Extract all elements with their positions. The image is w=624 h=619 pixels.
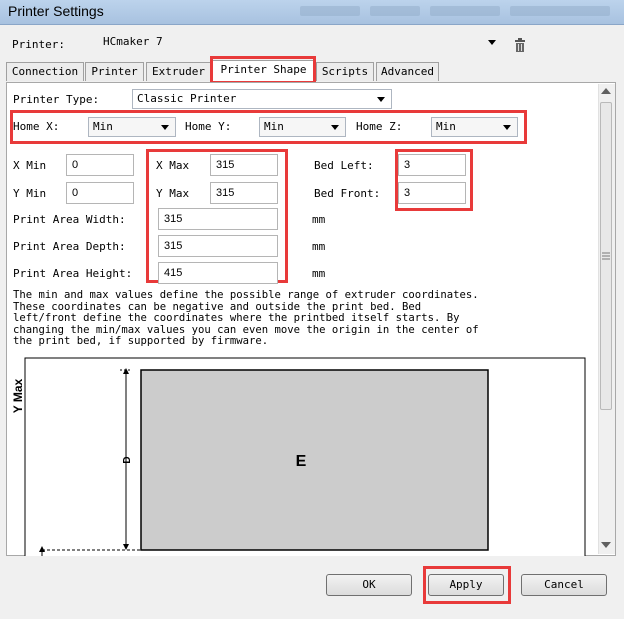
x-max-input[interactable]: 315 <box>210 154 278 176</box>
tab-printer[interactable]: Printer <box>85 62 144 81</box>
y-max-label: Y Max <box>156 187 190 200</box>
chevron-down-icon <box>503 125 511 130</box>
x-min-input[interactable]: 0 <box>66 154 134 176</box>
apply-highlight-box <box>423 566 511 604</box>
printer-select[interactable]: HCmaker 7 <box>98 32 503 52</box>
diagram-side-letter: D <box>122 456 133 463</box>
y-min-input[interactable]: 0 <box>66 182 134 204</box>
scroll-down-icon[interactable] <box>601 542 611 548</box>
scroll-grip-icon <box>602 252 610 260</box>
chevron-down-icon <box>331 125 339 130</box>
home-y-select[interactable]: Min <box>259 117 346 137</box>
home-y-label: Home Y: <box>185 120 232 133</box>
scroll-up-icon[interactable] <box>601 88 611 94</box>
width-unit: mm <box>312 213 326 226</box>
home-x-label: Home X: <box>13 120 60 133</box>
y-max-input[interactable]: 315 <box>210 182 278 204</box>
tab-extruder[interactable]: Extruder <box>146 62 211 81</box>
home-y-value: Min <box>264 120 284 133</box>
home-x-value: Min <box>93 120 113 133</box>
window-title: Printer Settings <box>8 3 104 19</box>
tab-highlight-box <box>210 56 316 84</box>
home-z-select[interactable]: Min <box>431 117 518 137</box>
x-min-label: X Min <box>13 159 47 172</box>
title-bar: Printer Settings <box>0 0 624 25</box>
y-max-axis-label: Y Max <box>11 378 25 413</box>
blurred-title-decoration <box>370 6 420 16</box>
print-bed-rect <box>140 369 489 551</box>
tab-advanced[interactable]: Advanced <box>376 62 439 81</box>
tab-scripts[interactable]: Scripts <box>316 62 374 81</box>
chevron-down-icon <box>377 97 385 102</box>
ok-button[interactable]: OK <box>326 574 412 596</box>
blurred-title-decoration <box>300 6 360 16</box>
coordinates-description: The min and max values define the possib… <box>13 289 479 348</box>
print-area-height-label: Print Area Height: <box>13 267 133 280</box>
x-max-label: X Max <box>156 159 190 172</box>
print-area-height-input[interactable]: 415 <box>158 262 278 284</box>
printer-select-value: HCmaker 7 <box>103 35 163 48</box>
print-area-width-input[interactable]: 315 <box>158 208 278 230</box>
tab-connection[interactable]: Connection <box>6 62 84 81</box>
y-min-label: Y Min <box>13 187 47 200</box>
home-x-select[interactable]: Min <box>88 117 176 137</box>
bed-front-input[interactable]: 3 <box>398 182 466 204</box>
home-z-value: Min <box>436 120 456 133</box>
print-area-depth-input[interactable]: 315 <box>158 235 278 257</box>
blurred-title-decoration <box>510 6 610 16</box>
print-area-width-label: Print Area Width: <box>13 213 126 226</box>
chevron-down-icon <box>161 125 169 130</box>
home-z-label: Home Z: <box>356 120 403 133</box>
bed-left-input[interactable]: 3 <box>398 154 466 176</box>
print-area-depth-label: Print Area Depth: <box>13 240 126 253</box>
printer-label: Printer: <box>12 38 65 51</box>
chevron-down-icon <box>488 40 496 45</box>
printer-shape-diagram: Y Max D E <box>11 357 586 556</box>
cancel-button[interactable]: Cancel <box>521 574 607 596</box>
diagram-bed-letter: E <box>296 453 307 470</box>
printer-type-label: Printer Type: <box>13 93 100 106</box>
bed-left-label: Bed Left: <box>314 159 374 172</box>
printer-type-value: Classic Printer <box>137 92 237 105</box>
blurred-title-decoration <box>430 6 500 16</box>
trash-icon[interactable] <box>514 38 526 52</box>
depth-unit: mm <box>312 240 326 253</box>
height-unit: mm <box>312 267 326 280</box>
bed-front-label: Bed Front: <box>314 187 381 200</box>
printer-type-select[interactable]: Classic Printer <box>132 89 392 109</box>
